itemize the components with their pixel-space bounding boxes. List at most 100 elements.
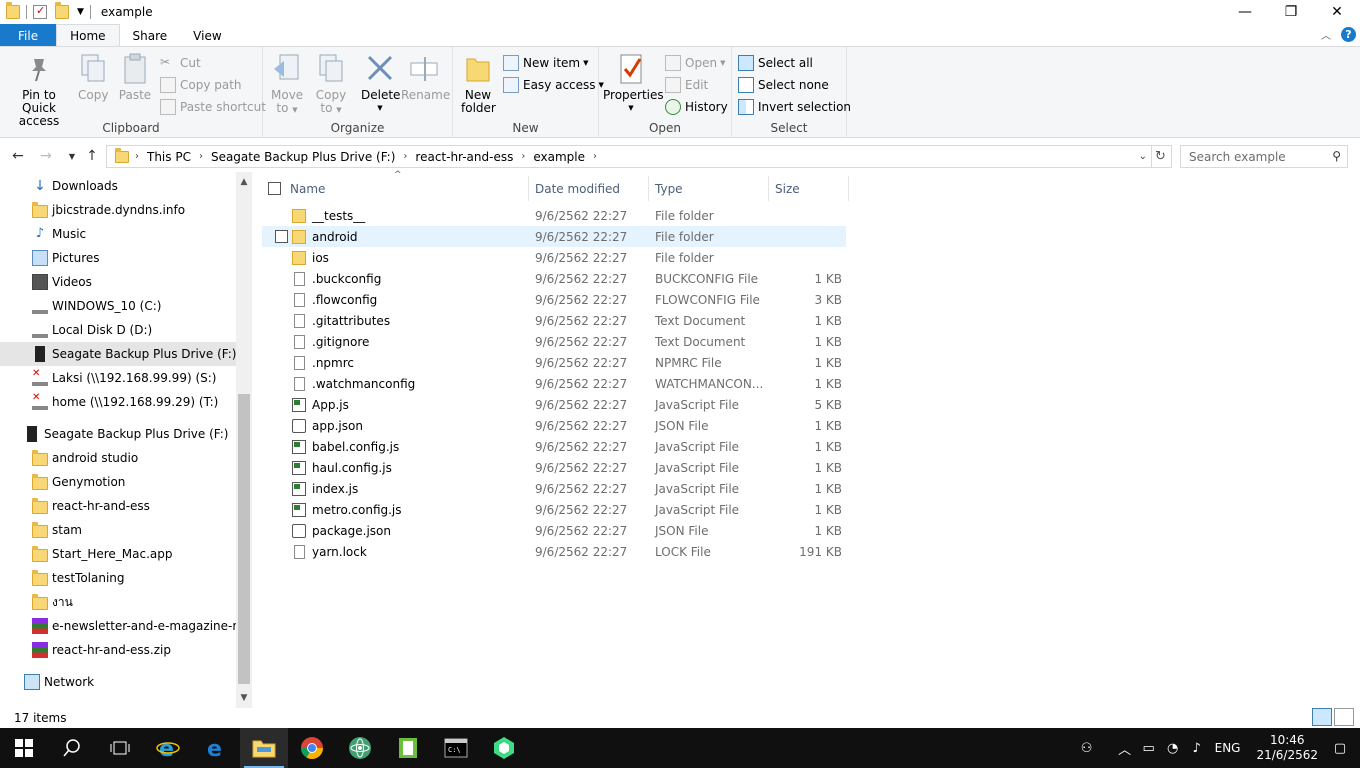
breadcrumb-drive[interactable]: Seagate Backup Plus Drive (F:): [205, 150, 401, 164]
file-name-cell[interactable]: ios: [292, 247, 329, 268]
scroll-down-icon[interactable]: ▼: [236, 690, 252, 706]
table-row[interactable]: .gitattributes 9/6/2562 22:27 Text Documen…: [262, 310, 846, 331]
refresh-button[interactable]: ↻: [1150, 145, 1172, 168]
file-name-cell[interactable]: .flowconfig: [292, 289, 377, 310]
terminal-icon[interactable]: C:\: [432, 728, 480, 768]
history-button[interactable]: History: [665, 97, 728, 117]
nav-item[interactable]: android studio: [0, 446, 236, 470]
rename-button[interactable]: Rename: [401, 53, 450, 102]
table-row[interactable]: .npmrc 9/6/2562 22:27 NPMRC File 1 KB: [262, 352, 846, 373]
file-name-cell[interactable]: package.json: [292, 520, 391, 541]
nav-item[interactable]: e-newsletter-and-e-magazine-mas: [0, 614, 236, 638]
chevron-right-icon[interactable]: ›: [591, 151, 599, 162]
new-folder-button[interactable]: New folder: [461, 53, 496, 115]
scroll-thumb[interactable]: [238, 394, 250, 684]
language-indicator[interactable]: ENG: [1215, 741, 1241, 755]
app-green-icon[interactable]: [384, 728, 432, 768]
forward-button[interactable]: →: [36, 146, 56, 166]
clock[interactable]: 10:46 21/6/2562: [1256, 733, 1318, 763]
tab-file[interactable]: File: [0, 24, 57, 47]
breadcrumb-this-pc[interactable]: This PC: [141, 150, 197, 164]
table-row[interactable]: android 9/6/2562 22:27 File folder: [262, 226, 846, 247]
checkbox[interactable]: [275, 230, 288, 243]
up-button[interactable]: ↑: [82, 146, 102, 166]
address-bar[interactable]: › This PC › Seagate Backup Plus Drive (F…: [106, 145, 1152, 168]
address-dropdown-icon[interactable]: ⌄: [1139, 151, 1147, 162]
file-name-cell[interactable]: babel.config.js: [292, 436, 399, 457]
move-to-button[interactable]: Move to ▼: [271, 53, 303, 117]
file-name-cell[interactable]: metro.config.js: [292, 499, 402, 520]
properties-button[interactable]: Properties ▼: [603, 53, 664, 115]
copy-path-button[interactable]: Copy path: [160, 75, 242, 95]
table-row[interactable]: haul.config.js 9/6/2562 22:27 JavaScript F…: [262, 457, 846, 478]
table-row[interactable]: App.js 9/6/2562 22:27 JavaScript File 5 KB: [262, 394, 846, 415]
select-all-checkbox[interactable]: [268, 176, 281, 201]
nav-item[interactable]: react-hr-and-ess.zip: [0, 638, 236, 662]
column-header-name[interactable]: Name: [290, 176, 325, 201]
select-none-button[interactable]: Select none: [738, 75, 829, 95]
paste-button[interactable]: Paste: [118, 53, 152, 102]
maximize-button[interactable]: ❐: [1268, 0, 1314, 24]
chevron-right-icon[interactable]: ›: [401, 151, 409, 162]
large-icons-view-icon[interactable]: [1334, 708, 1354, 726]
chevron-right-icon[interactable]: ›: [133, 151, 141, 162]
nav-item[interactable]: Local Disk D (D:): [0, 318, 236, 342]
tab-home[interactable]: Home: [56, 24, 120, 47]
nav-item[interactable]: ♪ Music: [0, 222, 236, 246]
table-row[interactable]: metro.config.js 9/6/2562 22:27 JavaScript …: [262, 499, 846, 520]
cut-button[interactable]: ✂ Cut: [160, 53, 201, 73]
column-header-size[interactable]: Size: [775, 176, 800, 201]
properties-icon[interactable]: ✓: [33, 4, 47, 19]
internet-explorer-icon[interactable]: e: [144, 728, 192, 768]
show-hidden-icons-icon[interactable]: ︿: [1113, 739, 1137, 758]
column-header-type[interactable]: Type: [655, 176, 683, 201]
nav-item[interactable]: WINDOWS_10 (C:): [0, 294, 236, 318]
edit-button[interactable]: Edit: [665, 75, 708, 95]
minimize-button[interactable]: —: [1222, 0, 1268, 24]
nav-item[interactable]: งาน: [0, 590, 236, 614]
nav-item[interactable]: ↓ Downloads: [0, 174, 236, 198]
checkbox[interactable]: [268, 182, 281, 195]
people-icon[interactable]: ⚇: [1075, 741, 1099, 756]
table-row[interactable]: .gitignore 9/6/2562 22:27 Text Document 1 K…: [262, 331, 846, 352]
file-name-cell[interactable]: index.js: [292, 478, 358, 499]
file-name-cell[interactable]: haul.config.js: [292, 457, 392, 478]
search-box[interactable]: Search example ⚲: [1180, 145, 1348, 168]
column-header-date[interactable]: Date modified: [535, 176, 620, 201]
table-row[interactable]: app.json 9/6/2562 22:27 JSON File 1 KB: [262, 415, 846, 436]
breadcrumb-current[interactable]: example: [527, 150, 591, 164]
nav-item[interactable]: stam: [0, 518, 236, 542]
atom-icon[interactable]: [336, 728, 384, 768]
tab-share[interactable]: Share: [120, 24, 181, 47]
back-button[interactable]: ←: [8, 146, 28, 166]
table-row[interactable]: yarn.lock 9/6/2562 22:27 LOCK File 191 KB: [262, 541, 846, 562]
edge-icon[interactable]: e: [192, 728, 240, 768]
table-row[interactable]: package.json 9/6/2562 22:27 JSON File 1 KB: [262, 520, 846, 541]
nav-item[interactable]: Seagate Backup Plus Drive (F:): [0, 342, 236, 366]
breadcrumb-project[interactable]: react-hr-and-ess: [409, 150, 519, 164]
nav-item[interactable]: Videos: [0, 270, 236, 294]
chevron-right-icon[interactable]: ›: [519, 151, 527, 162]
search-input[interactable]: Search example: [1189, 150, 1286, 164]
file-name-cell[interactable]: .gitattributes: [292, 310, 390, 331]
pin-to-quick-access-button[interactable]: Pin to Quick access: [6, 53, 72, 128]
row-checkbox[interactable]: [275, 226, 288, 247]
nav-scrollbar[interactable]: ▲ ▼: [236, 172, 252, 708]
table-row[interactable]: index.js 9/6/2562 22:27 JavaScript File 1 K…: [262, 478, 846, 499]
scroll-up-icon[interactable]: ▲: [236, 174, 252, 190]
tab-view[interactable]: View: [180, 24, 234, 47]
new-folder-icon[interactable]: [55, 2, 69, 19]
paste-shortcut-button[interactable]: Paste shortcut: [160, 97, 266, 117]
invert-selection-button[interactable]: Invert selection: [738, 97, 851, 117]
volume-icon[interactable]: ♪: [1185, 741, 1209, 756]
chrome-icon[interactable]: [288, 728, 336, 768]
nav-item[interactable]: ✕ Laksi (\\192.168.99.99) (S:): [0, 366, 236, 390]
nav-item[interactable]: Genymotion: [0, 470, 236, 494]
file-name-cell[interactable]: .gitignore: [292, 331, 369, 352]
collapse-ribbon-icon[interactable]: ︿: [1321, 27, 1331, 42]
nav-item[interactable]: Network: [0, 670, 236, 694]
table-row[interactable]: ios 9/6/2562 22:27 File folder: [262, 247, 846, 268]
file-name-cell[interactable]: .watchmanconfig: [292, 373, 415, 394]
task-view-icon[interactable]: [96, 728, 144, 768]
file-name-cell[interactable]: __tests__: [292, 205, 365, 226]
